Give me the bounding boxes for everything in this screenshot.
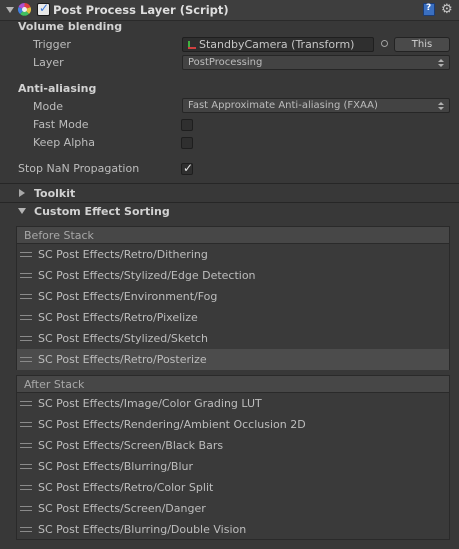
drag-handle-icon[interactable] xyxy=(20,443,32,448)
list-item[interactable]: SC Post Effects/Blurring/Double Vision xyxy=(17,519,449,540)
anti-aliasing-heading: Anti-aliasing xyxy=(18,82,97,95)
volume-blending-heading: Volume blending xyxy=(18,20,123,33)
list-item[interactable]: SC Post Effects/Stylized/Edge Detection xyxy=(17,265,449,286)
fast-mode-checkbox[interactable] xyxy=(181,119,193,131)
list-item-label: SC Post Effects/Retro/Dithering xyxy=(38,248,208,261)
checkmark-icon: ✓ xyxy=(183,161,194,175)
list-item-label: SC Post Effects/Retro/Pixelize xyxy=(38,311,198,324)
drag-handle-icon[interactable] xyxy=(20,273,32,278)
checkmark-icon: ✓ xyxy=(39,1,50,15)
list-item-label: SC Post Effects/Stylized/Sketch xyxy=(38,332,208,345)
drag-handle-icon[interactable] xyxy=(20,527,32,532)
dropdown-arrows-icon xyxy=(438,102,444,110)
drag-handle-icon[interactable] xyxy=(20,315,32,320)
keep-alpha-checkbox[interactable] xyxy=(181,137,193,149)
fold-triangle-down-icon[interactable] xyxy=(6,7,14,13)
mode-value: Fast Approximate Anti-aliasing (FXAA) xyxy=(188,100,378,111)
layer-value: PostProcessing xyxy=(188,57,263,68)
drag-handle-icon[interactable] xyxy=(20,464,32,469)
component-enabled-checkbox[interactable]: ✓ xyxy=(37,1,50,16)
layer-dropdown[interactable]: PostProcessing xyxy=(182,55,450,70)
after-stack-list: After Stack SC Post Effects/Image/Color … xyxy=(16,375,450,540)
object-picker-circle-icon[interactable] xyxy=(381,40,388,47)
list-item-label: SC Post Effects/Image/Color Grading LUT xyxy=(38,397,262,410)
transform-icon xyxy=(188,40,196,49)
list-item[interactable]: SC Post Effects/Blurring/Blur xyxy=(17,456,449,477)
drag-handle-icon[interactable] xyxy=(20,506,32,511)
post-process-layer-icon xyxy=(17,2,32,17)
drag-handle-icon[interactable] xyxy=(20,336,32,341)
list-item-label: SC Post Effects/Blurring/Double Vision xyxy=(38,523,247,536)
trigger-label: Trigger xyxy=(33,38,71,51)
list-item-label: SC Post Effects/Retro/Posterize xyxy=(38,353,207,366)
list-item-label: SC Post Effects/Screen/Black Bars xyxy=(38,439,224,452)
drag-handle-icon[interactable] xyxy=(20,422,32,427)
list-item[interactable]: SC Post Effects/Rendering/Ambient Occlus… xyxy=(17,414,449,435)
after-stack-header: After Stack xyxy=(17,376,449,393)
gear-icon[interactable]: ⚙ xyxy=(441,2,453,17)
custom-effect-sorting-foldout[interactable]: Custom Effect Sorting xyxy=(34,205,170,218)
divider xyxy=(0,202,459,203)
list-item-label: SC Post Effects/Rendering/Ambient Occlus… xyxy=(38,418,306,431)
toolkit-fold-arrow-icon[interactable] xyxy=(19,189,25,197)
toolkit-foldout[interactable]: Toolkit xyxy=(34,187,75,200)
drag-handle-icon[interactable] xyxy=(20,401,32,406)
drag-handle-icon[interactable] xyxy=(20,294,32,299)
fast-mode-label: Fast Mode xyxy=(33,118,89,131)
list-item[interactable]: SC Post Effects/Image/Color Grading LUT xyxy=(17,393,449,414)
list-item[interactable]: SC Post Effects/Screen/Danger xyxy=(17,498,449,519)
this-button[interactable]: This xyxy=(394,37,450,52)
list-item-label: SC Post Effects/Blurring/Blur xyxy=(38,460,194,473)
help-book-icon[interactable]: ? xyxy=(423,3,435,16)
drag-handle-icon[interactable] xyxy=(20,252,32,257)
list-item[interactable]: SC Post Effects/Screen/Black Bars xyxy=(17,435,449,456)
before-stack-header: Before Stack xyxy=(17,227,449,244)
stop-nan-checkbox[interactable]: ✓ xyxy=(181,161,194,175)
trigger-value: StandbyCamera (Transform) xyxy=(199,38,355,51)
stop-nan-label: Stop NaN Propagation xyxy=(18,162,140,175)
list-item-label: SC Post Effects/Environment/Fog xyxy=(38,290,218,303)
list-item[interactable]: SC Post Effects/Retro/Dithering xyxy=(17,244,449,265)
mode-label: Mode xyxy=(33,100,63,113)
custom-effect-sorting-fold-arrow-icon[interactable] xyxy=(18,208,26,214)
layer-label: Layer xyxy=(33,56,64,69)
list-item[interactable]: SC Post Effects/Retro/Color Split xyxy=(17,477,449,498)
list-item-label: SC Post Effects/Retro/Color Split xyxy=(38,481,214,494)
list-item-label: SC Post Effects/Screen/Danger xyxy=(38,502,206,515)
before-stack-list: Before Stack SC Post Effects/Retro/Dithe… xyxy=(16,226,450,370)
keep-alpha-label: Keep Alpha xyxy=(33,136,95,149)
component-header: ✓ Post Process Layer (Script) ? ⚙ xyxy=(0,0,459,21)
trigger-object-field[interactable]: StandbyCamera (Transform) xyxy=(182,37,374,52)
list-item[interactable]: SC Post Effects/Retro/Pixelize xyxy=(17,307,449,328)
list-item[interactable]: SC Post Effects/Stylized/Sketch xyxy=(17,328,449,349)
drag-handle-icon[interactable] xyxy=(20,485,32,490)
divider xyxy=(0,183,459,184)
list-item[interactable]: SC Post Effects/Retro/Posterize xyxy=(17,349,449,370)
list-item-label: SC Post Effects/Stylized/Edge Detection xyxy=(38,269,256,282)
mode-dropdown[interactable]: Fast Approximate Anti-aliasing (FXAA) xyxy=(182,98,450,113)
component-title: Post Process Layer (Script) xyxy=(53,3,229,17)
drag-handle-icon[interactable] xyxy=(20,357,32,362)
list-item[interactable]: SC Post Effects/Environment/Fog xyxy=(17,286,449,307)
dropdown-arrows-icon xyxy=(438,59,444,67)
